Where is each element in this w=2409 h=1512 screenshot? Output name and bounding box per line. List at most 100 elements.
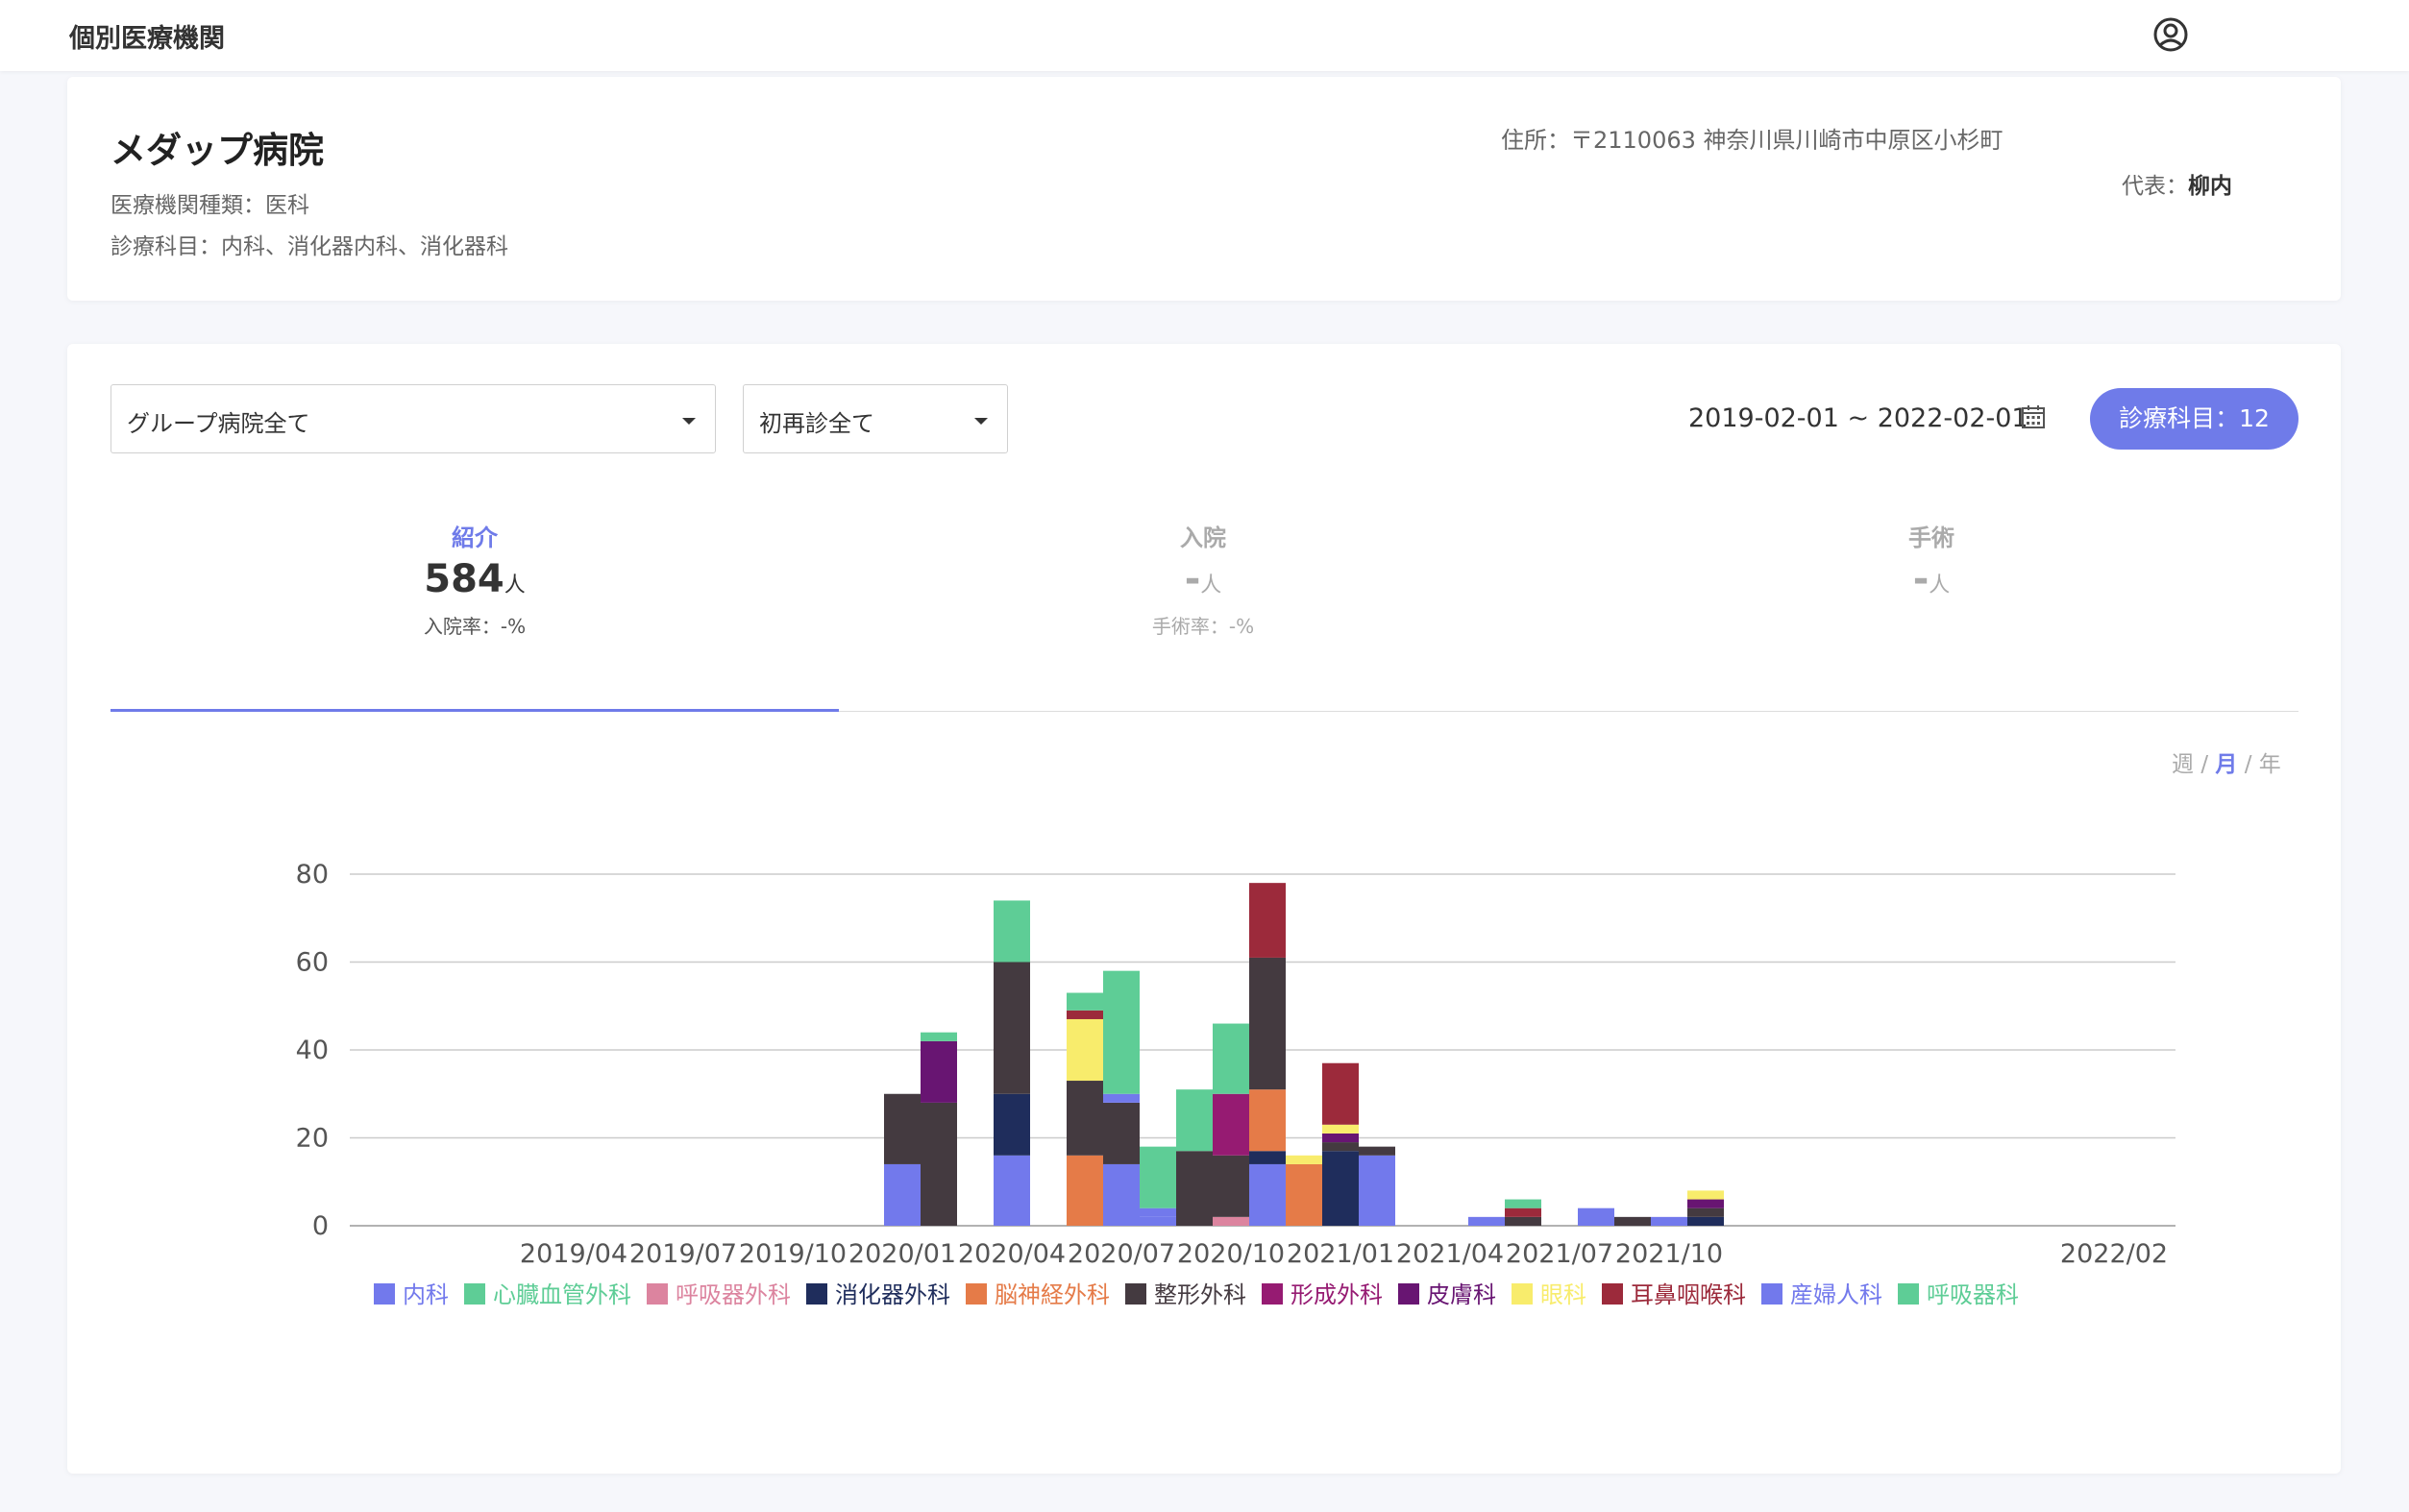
bar-segment [1687,1207,1724,1217]
y-tick-label: 0 [312,1211,329,1241]
tab-label: 入院 [1180,524,1226,551]
tab-value: -人 [1567,557,2296,601]
bar-segment [1249,883,1286,958]
legend-swatch [647,1283,668,1305]
bar-segment [1249,1151,1286,1164]
bar-segment [884,1093,921,1164]
legend-label: 呼吸器科 [1927,1281,2019,1308]
tab-value-unit: 人 [1200,573,1222,597]
legend-swatch [374,1283,395,1305]
y-tick-label: 60 [296,948,329,978]
bar-segment [1322,1124,1359,1134]
bar-segment [1067,992,1103,1011]
tab-referral[interactable]: 紹介 584人 入院率：-% [111,519,839,672]
x-tick-label: 2020/10 [1177,1239,1285,1269]
bar-segment [1651,1216,1687,1226]
bar-segment [1249,1163,1286,1226]
tab-value-number: - [1912,557,1930,601]
bar-segment [1176,1089,1213,1152]
legend-swatch [464,1283,485,1305]
bar-segment [1505,1199,1541,1208]
bar-segment [1067,1010,1103,1019]
bar-segment [1213,1155,1249,1217]
hospital-departments: 診療科目：内科、消化器内科、消化器科 [111,234,508,259]
y-tick-label: 80 [296,860,329,890]
legend-label: 産婦人科 [1790,1281,1882,1308]
tab-admission[interactable]: 入院 -人 手術率：-% [839,519,1567,672]
bar-segment [1322,1133,1359,1143]
tab-value-number: - [1184,557,1201,601]
bar-segment [1140,1216,1176,1226]
department-count-button[interactable]: 診療科目：12 [2090,388,2298,450]
tab-value-unit: 人 [504,573,526,597]
x-tick-label: 2021/10 [1615,1239,1723,1269]
tab-value: -人 [839,557,1567,601]
legend-swatch [1262,1283,1283,1305]
bar-segment [1322,1062,1359,1125]
legend-swatch [1398,1283,1419,1305]
tab-surgery[interactable]: 手術 -人 [1567,519,2296,672]
legend-label: 消化器外科 [835,1281,950,1308]
bar-segment [921,1032,957,1041]
legend-swatch [1512,1283,1533,1305]
group-hospital-select[interactable]: グループ病院全て [111,384,716,453]
bar-segment [1687,1199,1724,1208]
visit-type-value: 初再診全て [759,410,874,437]
bar-segment [1067,1155,1103,1226]
date-range[interactable]: 2019-02-01 ~ 2022-02-01 [1688,403,2028,433]
active-tab-indicator [111,709,839,712]
bar-segment [1140,1207,1176,1217]
bar-segment [1249,957,1286,1090]
x-tick-label: 2020/01 [848,1239,956,1269]
legend-label: 整形外科 [1154,1281,1246,1308]
bar-segment [1687,1190,1724,1200]
x-tick-label: 2021/07 [1506,1239,1613,1269]
bar-segment [1468,1216,1505,1226]
bar-segment [1322,1142,1359,1152]
x-tick-label: 2019/07 [629,1239,737,1269]
bar-segment [1067,1081,1103,1156]
bar-segment [1249,1089,1286,1152]
tab-label: 手術 [1908,524,1954,551]
stats-card: グループ病院全て 初再診全て 2019-02-01 ~ 2022-02-01 診… [67,344,2341,1474]
top-bar: 個別医療機関 [0,0,2409,71]
bar-segment [994,1093,1030,1156]
x-tick-label: 2021/04 [1396,1239,1504,1269]
x-tick-label: 2021/01 [1287,1239,1394,1269]
bar-segment [1067,1018,1103,1082]
bar-segment [921,1040,957,1103]
referral-stacked-bar-chart: 0204060802019/04 2019/07 2019/10 2020/01 202… [296,860,2175,1308]
tab-label: 紹介 [452,524,498,551]
legend-swatch [1761,1283,1782,1305]
caret-down-icon [974,418,988,425]
x-tick-label: 2020/07 [1068,1239,1175,1269]
user-circle-icon[interactable] [2151,15,2190,54]
bar-segment [1286,1163,1322,1226]
hospital-address: 住所：〒2110063 神奈川県川崎市中原区小杉町 [1501,127,2003,154]
hospital-name: メダップ病院 [111,130,324,171]
x-tick-label: 2020/04 [958,1239,1066,1269]
legend-label: 心臓血管外科 [493,1281,631,1308]
y-tick-label: 40 [296,1036,329,1065]
tab-value-number: 584 [424,557,504,601]
tab-subtext: 入院率：-% [423,615,527,638]
y-tick-label: 20 [296,1124,329,1154]
hospital-type: 医療機関種類：医科 [111,193,309,218]
bar-segment [1103,970,1140,1094]
bar-segment [1322,1151,1359,1226]
calendar-icon[interactable] [2020,403,2047,430]
bar-segment [1505,1216,1541,1226]
bar-segment [994,900,1030,963]
x-tick-label: 2022/02 [2060,1239,2168,1269]
bar-segment [1103,1102,1140,1164]
bar-segment [1213,1216,1249,1226]
legend-swatch [1125,1283,1146,1305]
bar-segment [921,1102,957,1226]
bar-segment [884,1163,921,1226]
legend-swatch [806,1283,827,1305]
visit-type-select[interactable]: 初再診全て [743,384,1008,453]
bar-segment [1614,1216,1651,1226]
legend-label: 脳神経外科 [995,1281,1110,1308]
bar-segment [994,1155,1030,1226]
tab-value: 584人 [111,557,839,601]
